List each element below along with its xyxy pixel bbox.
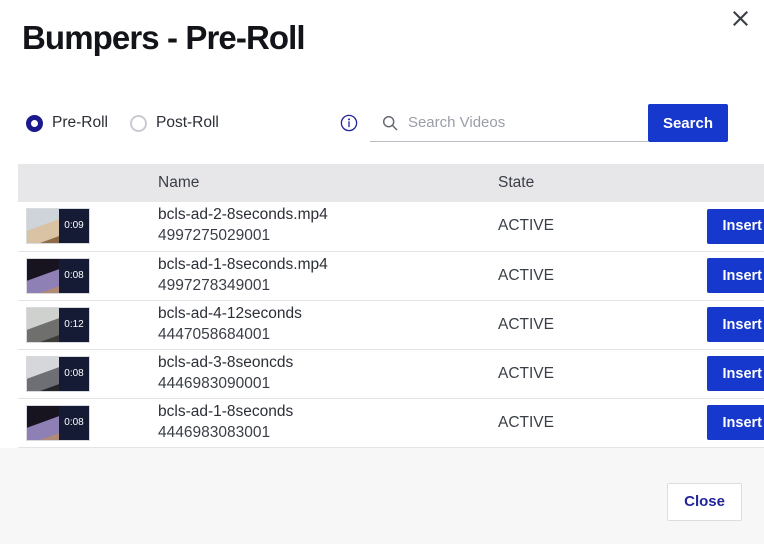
cell-action: Insert <box>668 202 764 251</box>
cell-state: ACTIVE <box>498 202 668 251</box>
info-circle-icon[interactable] <box>340 114 358 132</box>
video-table: Name State 0:09bcls-ad-2-8seconds.mp4499… <box>18 164 764 448</box>
video-thumbnail[interactable]: 0:08 <box>26 356 90 392</box>
video-name: bcls-ad-1-8seconds <box>158 402 498 422</box>
search-area: Search <box>340 104 746 142</box>
column-header-name: Name <box>158 164 498 202</box>
cell-thumbnail: 0:08 <box>18 398 158 447</box>
page-title: Bumpers - Pre-Roll <box>22 18 742 58</box>
video-thumbnail[interactable]: 0:09 <box>26 208 90 244</box>
column-header-action <box>668 164 764 202</box>
cell-name: bcls-ad-3-8seoncds4446983090001 <box>158 349 498 398</box>
video-name: bcls-ad-4-12seconds <box>158 304 498 324</box>
cell-thumbnail: 0:08 <box>18 251 158 300</box>
table-header-row: Name State <box>18 164 764 202</box>
cell-state: ACTIVE <box>498 398 668 447</box>
search-button[interactable]: Search <box>648 104 728 142</box>
column-header-state: State <box>498 164 668 202</box>
insert-button[interactable]: Insert <box>707 258 764 293</box>
cell-action: Insert <box>668 251 764 300</box>
radio-dot-pre-roll <box>26 115 43 132</box>
video-thumbnail[interactable]: 0:08 <box>26 258 90 294</box>
search-icon <box>382 115 398 131</box>
table-row: 0:08 bcls-ad-1-8seconds4446983083001ACTIV… <box>18 398 764 447</box>
radio-label-pre-roll: Pre-Roll <box>52 114 108 132</box>
roll-type-radio-group: Pre-Roll Post-Roll <box>18 114 219 132</box>
insert-button[interactable]: Insert <box>707 356 764 391</box>
cell-state: ACTIVE <box>498 349 668 398</box>
cell-name: bcls-ad-2-8seconds.mp44997275029001 <box>158 202 498 251</box>
close-button[interactable]: Close <box>667 483 742 521</box>
video-thumbnail[interactable]: 0:12 <box>26 307 90 343</box>
cell-name: bcls-ad-4-12seconds4447058684001 <box>158 300 498 349</box>
cell-state: ACTIVE <box>498 251 668 300</box>
video-id: 4997278349001 <box>158 275 498 297</box>
search-input[interactable] <box>408 114 638 131</box>
cell-state: ACTIVE <box>498 300 668 349</box>
video-name: bcls-ad-1-8seconds.mp4 <box>158 255 498 275</box>
radio-option-post-roll[interactable]: Post-Roll <box>130 114 219 132</box>
table-row: 0:12 bcls-ad-4-12seconds4447058684001ACTI… <box>18 300 764 349</box>
cell-thumbnail: 0:12 <box>18 300 158 349</box>
bumpers-dialog: Bumpers - Pre-Roll Pre-Roll Post-Roll <box>0 0 764 544</box>
cell-action: Insert <box>668 398 764 447</box>
insert-button[interactable]: Insert <box>707 307 764 342</box>
table-row: 0:08 bcls-ad-3-8seoncds4446983090001ACTIV… <box>18 349 764 398</box>
duration-badge: 0:08 <box>59 357 89 391</box>
video-id: 4446983090001 <box>158 373 498 395</box>
cell-action: Insert <box>668 300 764 349</box>
cell-name: bcls-ad-1-8seconds4446983083001 <box>158 398 498 447</box>
video-id: 4447058684001 <box>158 324 498 346</box>
table-row: 0:09 bcls-ad-2-8seconds.mp44997275029001A… <box>18 202 764 251</box>
duration-badge: 0:12 <box>59 308 89 342</box>
search-field[interactable] <box>370 104 648 142</box>
cell-thumbnail: 0:08 <box>18 349 158 398</box>
duration-badge: 0:09 <box>59 209 89 243</box>
dialog-header: Bumpers - Pre-Roll <box>0 0 764 82</box>
video-id: 4997275029001 <box>158 225 498 247</box>
insert-button[interactable]: Insert <box>707 209 764 244</box>
cell-name: bcls-ad-1-8seconds.mp44997278349001 <box>158 251 498 300</box>
cell-action: Insert <box>668 349 764 398</box>
duration-badge: 0:08 <box>59 406 89 440</box>
column-header-thumbnail <box>18 164 158 202</box>
video-name: bcls-ad-2-8seconds.mp4 <box>158 205 498 225</box>
insert-button[interactable]: Insert <box>707 405 764 440</box>
cell-thumbnail: 0:09 <box>18 202 158 251</box>
controls-row: Pre-Roll Post-Roll <box>0 82 764 164</box>
table-body: 0:09bcls-ad-2-8seconds.mp44997275029001A… <box>18 202 764 447</box>
radio-label-post-roll: Post-Roll <box>156 114 219 132</box>
close-icon[interactable] <box>726 4 754 32</box>
radio-dot-post-roll <box>130 115 147 132</box>
table-head: Name State <box>18 164 764 202</box>
video-name: bcls-ad-3-8seoncds <box>158 353 498 373</box>
video-table-container: Name State 0:09bcls-ad-2-8seconds.mp4499… <box>0 164 764 448</box>
video-id: 4446983083001 <box>158 422 498 444</box>
radio-option-pre-roll[interactable]: Pre-Roll <box>26 114 108 132</box>
duration-badge: 0:08 <box>59 259 89 293</box>
table-row: 0:08 bcls-ad-1-8seconds.mp44997278349001A… <box>18 251 764 300</box>
dialog-footer: Close <box>0 448 764 544</box>
video-thumbnail[interactable]: 0:08 <box>26 405 90 441</box>
